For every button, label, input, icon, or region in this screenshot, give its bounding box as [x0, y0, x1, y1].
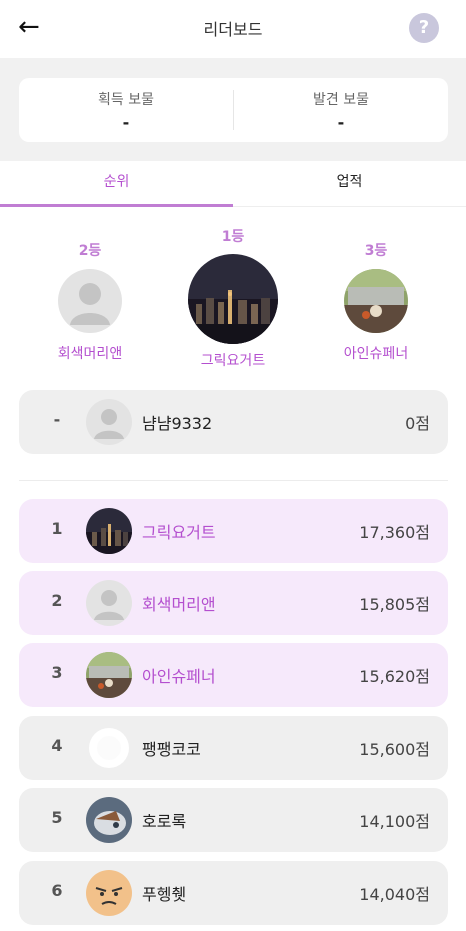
cafe-avatar [86, 652, 132, 698]
cafe-avatar [344, 269, 408, 333]
divider [19, 480, 448, 481]
row-score: 15,620점 [359, 667, 430, 686]
help-icon[interactable]: ? [409, 13, 439, 43]
podium-name: 아인슈페너 [343, 346, 409, 362]
podium-name: 회색머리앤 [57, 346, 123, 362]
leaderboard-row[interactable]: 2 회색머리앤 15,805점 [19, 571, 448, 635]
tab-achievements[interactable]: 업적 [233, 161, 466, 207]
row-score: 14,040점 [359, 885, 430, 904]
stats-card: 획득 보물 - 발견 보물 - [19, 78, 448, 142]
blurred-avatar [86, 725, 132, 771]
leaderboard-row[interactable]: 1 그릭요거트 17,360점 [19, 499, 448, 563]
podium-first[interactable]: 1등 그릭요거트 [183, 226, 283, 370]
leaderboard-row[interactable]: 4 팽팽코코 15,600점 [19, 716, 448, 780]
default-avatar-icon [58, 269, 122, 333]
cartoon-avatar [86, 797, 132, 843]
leaderboard-row[interactable]: 3 아인슈페너 15,620점 [19, 643, 448, 707]
cartoon-face-avatar [86, 870, 132, 916]
default-avatar-icon [86, 399, 132, 445]
stats-section: 획득 보물 - 발견 보물 - [0, 58, 466, 161]
default-avatar-icon [86, 580, 132, 626]
leaderboard-row[interactable]: 5 호로록 14,100점 [19, 788, 448, 852]
podium-rank: 1등 [221, 229, 245, 245]
my-rank: - [53, 410, 61, 429]
row-rank: 5 [51, 808, 63, 827]
row-name: 팽팽코코 [142, 740, 201, 759]
my-rank-row: - 냠냠9332 0점 [19, 390, 448, 454]
row-rank: 4 [51, 736, 63, 755]
podium-second[interactable]: 2등 회색머리앤 [50, 240, 130, 363]
stat-acquired-treasure: 획득 보물 - [19, 78, 233, 142]
stat-discovered-treasure: 발견 보물 - [234, 78, 448, 142]
row-score: 15,600점 [359, 740, 430, 759]
tab-bar: 순위 업적 [0, 161, 466, 207]
row-name: 그릭요거트 [142, 523, 216, 542]
podium-rank: 3등 [364, 243, 388, 259]
city-night-avatar [86, 508, 132, 554]
row-rank: 1 [51, 519, 63, 538]
row-score: 14,100점 [359, 812, 430, 831]
row-score: 15,805점 [359, 595, 430, 614]
podium-third[interactable]: 3등 아인슈페너 [336, 240, 416, 363]
row-rank: 6 [51, 881, 63, 900]
podium-name: 그릭요거트 [200, 353, 266, 369]
row-name: 아인슈페너 [142, 667, 216, 686]
row-rank: 3 [51, 663, 63, 682]
leaderboard-row[interactable]: 6 푸헹췟 14,040점 [19, 861, 448, 925]
podium-rank: 2등 [78, 243, 102, 259]
tab-ranking[interactable]: 순위 [0, 161, 233, 207]
page-title: 리더보드 [203, 20, 263, 39]
row-name: 호로록 [142, 812, 187, 831]
city-night-avatar [188, 254, 278, 344]
stat-value: - [122, 113, 130, 132]
my-name: 냠냠9332 [142, 414, 213, 433]
row-name: 푸헹췟 [142, 885, 187, 904]
stat-label: 발견 보물 [313, 92, 369, 108]
stat-value: - [337, 113, 345, 132]
row-rank: 2 [51, 591, 63, 610]
row-score: 17,360점 [359, 523, 430, 542]
app-header: ← 리더보드 ? [0, 0, 466, 58]
my-score: 0점 [405, 414, 430, 433]
stat-label: 획득 보물 [98, 92, 154, 108]
row-name: 회색머리앤 [142, 595, 216, 614]
